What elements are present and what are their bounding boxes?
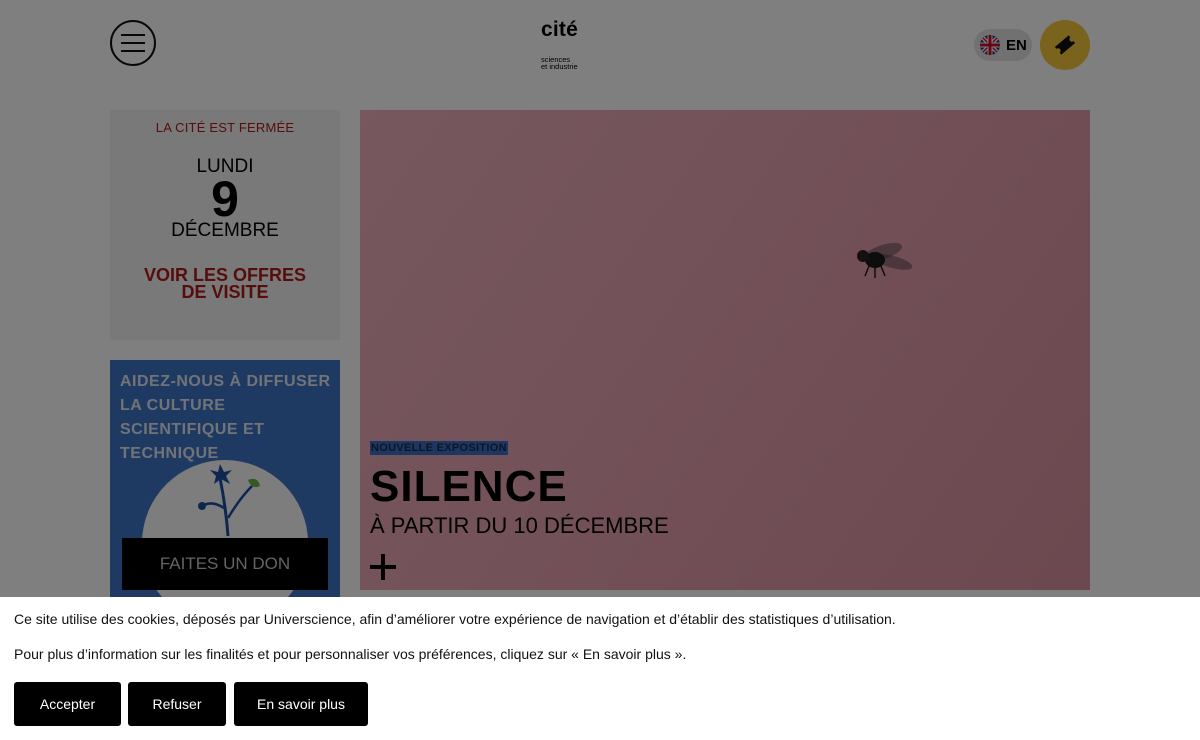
page: cité sciences et industrie EN LA CIT — [0, 0, 1200, 740]
refuse-button[interactable]: Refuser — [128, 682, 226, 726]
accept-button[interactable]: Accepter — [14, 682, 121, 726]
cookie-text-1: Ce site utilise des cookies, déposés par… — [14, 611, 896, 627]
cookie-banner: Ce site utilise des cookies, déposés par… — [0, 597, 1200, 740]
cookie-text-2: Pour plus d’information sur les finalité… — [14, 646, 687, 662]
learn-more-button[interactable]: En savoir plus — [234, 682, 368, 726]
